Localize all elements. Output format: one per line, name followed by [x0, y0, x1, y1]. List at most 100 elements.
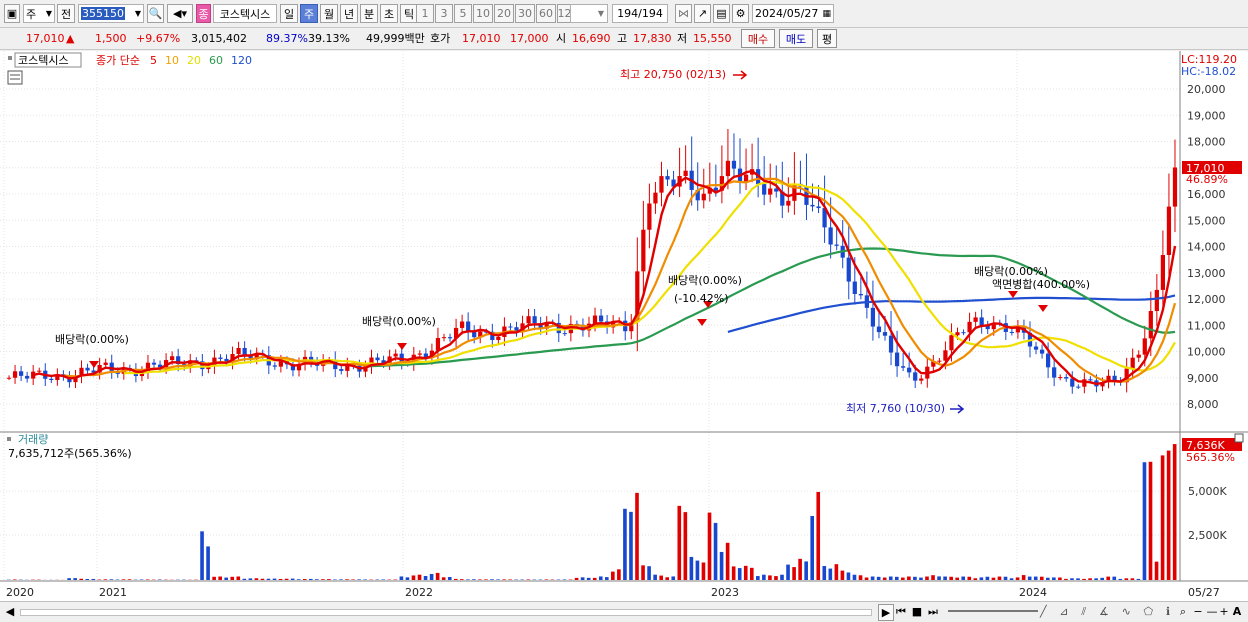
period-tab-5[interactable]: 초	[380, 4, 398, 23]
calculator-icon[interactable]	[8, 71, 22, 84]
font-size-icon[interactable]: A	[1230, 604, 1244, 619]
volume-bar	[611, 572, 615, 580]
wave-tool-icon[interactable]: ∿	[1122, 605, 1131, 618]
volume-bar	[436, 573, 440, 580]
x-tick: 2022	[405, 586, 433, 599]
fib-tool-icon[interactable]: ⊿	[1059, 605, 1068, 618]
sync-icon[interactable]: ⋈	[675, 4, 692, 23]
period-tab-1[interactable]: 주	[300, 4, 318, 23]
zoom-icon[interactable]: ⌕	[1176, 604, 1190, 619]
zoom-slider[interactable]	[948, 610, 1038, 612]
stop-icon[interactable]: ■	[910, 604, 924, 619]
count-tab-3[interactable]: 10	[473, 4, 493, 23]
legend-ma-60: 60	[209, 54, 223, 67]
dividend-marker-icon	[397, 343, 407, 350]
scroll-bar[interactable]: ◀ ▶ ⏮ ■ ⏭ ╱ ⊿ ⫽ ∡ ∿ ⬠ ℹ ⌕ − — + A	[0, 601, 1248, 622]
search-icon[interactable]: 🔍	[147, 4, 164, 23]
chart-area[interactable]: 20,00019,00018,00017,00016,00015,00014,0…	[0, 51, 1248, 601]
code-input[interactable]: 355150▼	[78, 4, 144, 23]
stock-chart[interactable]: 20,00019,00018,00017,00016,00015,00014,0…	[0, 51, 1248, 601]
volume-bar	[261, 579, 265, 580]
price-tick: 15,000	[1187, 214, 1226, 227]
volume-bar	[224, 578, 228, 580]
volume-bar	[273, 579, 277, 580]
volume-bar	[13, 579, 17, 580]
volume-bar	[309, 579, 313, 580]
volume-bar	[1052, 577, 1056, 580]
rewind-icon[interactable]: ⏮	[894, 604, 908, 619]
candle-body	[786, 201, 790, 206]
count-tab-6[interactable]: 60	[536, 4, 556, 23]
volume-close-icon[interactable]	[1235, 434, 1243, 442]
volume-bar	[992, 578, 996, 580]
chevron-down-icon: ▼	[598, 9, 604, 18]
volume-bar	[998, 577, 1002, 580]
sell-button[interactable]: 매도	[779, 29, 813, 48]
save-icon[interactable]: ▤	[713, 4, 730, 23]
period-tab-3[interactable]: 년	[340, 4, 358, 23]
volume-bar	[526, 579, 530, 580]
count-tab-4[interactable]: 20	[494, 4, 514, 23]
price-tick: 8,000	[1187, 398, 1219, 411]
window-menu-icon[interactable]: ▣	[4, 4, 20, 23]
shape-tool-icon[interactable]: ⬠	[1144, 605, 1154, 618]
volume-title: 거래량	[18, 433, 48, 446]
scroll-right-icon[interactable]: ▶	[878, 604, 894, 621]
volume-bar	[853, 575, 857, 580]
candle-body	[877, 327, 881, 333]
volume-bar	[714, 523, 718, 580]
period-select[interactable]: 주▼	[23, 4, 55, 23]
x-tick: 2020	[6, 586, 34, 599]
draw-icon[interactable]: ↗	[694, 4, 711, 23]
volume-bar	[810, 516, 814, 580]
line-tool-icon[interactable]: ╱	[1040, 605, 1047, 618]
change-arrow-icon: ▲	[66, 31, 74, 47]
count-tab-5[interactable]: 30	[515, 4, 535, 23]
price-tick: 9,000	[1187, 372, 1219, 385]
avg-button[interactable]: 평	[817, 29, 837, 48]
speaker-icon[interactable]: ◀▾	[167, 4, 193, 23]
count-dropdown[interactable]: ▼	[570, 4, 608, 23]
channel-tool-icon[interactable]: ⫽	[1081, 605, 1086, 619]
volume-handle[interactable]	[7, 437, 11, 441]
candle-body	[1167, 207, 1171, 255]
period-tab-0[interactable]: 일	[280, 4, 298, 23]
legend-handle[interactable]	[8, 56, 12, 60]
volume-bar	[128, 579, 132, 580]
period-tab-4[interactable]: 분	[360, 4, 378, 23]
text-tool-icon[interactable]: ℹ	[1166, 605, 1170, 618]
turnover-ratio: 39.13%	[308, 31, 350, 47]
low-annotation: 최저 7,760 (10/30)	[846, 402, 945, 415]
candle-body	[913, 372, 917, 380]
count-tab-1[interactable]: 3	[435, 4, 453, 23]
volume-bar	[339, 579, 343, 580]
bar-count[interactable]: 194/194	[612, 4, 668, 23]
candle-body	[1010, 332, 1014, 333]
count-tab-0[interactable]: 1	[416, 4, 434, 23]
plus-icon[interactable]: +	[1218, 604, 1230, 619]
period-tab-2[interactable]: 월	[320, 4, 338, 23]
volume-bar	[1004, 577, 1008, 580]
volume-bar	[490, 579, 494, 580]
candle-body	[647, 203, 651, 229]
buy-button[interactable]: 매수	[741, 29, 775, 48]
candle-body	[937, 361, 941, 362]
angle-tool-icon[interactable]: ∡	[1099, 605, 1109, 618]
date-field[interactable]: 2024/05/27▦	[752, 4, 834, 23]
volume-info: 7,635,712주(565.36%)	[8, 447, 132, 460]
gear-icon[interactable]: ⚙	[732, 4, 749, 23]
dash-icon[interactable]: —	[1206, 604, 1218, 619]
x-tick: 2021	[99, 586, 127, 599]
minus-icon[interactable]: −	[1192, 604, 1204, 619]
volume-bar	[1155, 562, 1159, 580]
forward-icon[interactable]: ⏭	[926, 604, 940, 619]
volume-bar	[73, 578, 77, 580]
count-tab-2[interactable]: 5	[454, 4, 472, 23]
volume-ratio: 89.37%	[266, 31, 308, 47]
drawing-tools[interactable]: ╱ ⊿ ⫽ ∡ ∿ ⬠ ℹ	[1040, 604, 1170, 619]
volume-bar	[696, 561, 700, 580]
volume-bar	[1137, 579, 1141, 580]
scroll-left-icon[interactable]: ◀	[4, 604, 16, 619]
prev-button[interactable]: 전	[57, 4, 75, 23]
scroll-track[interactable]	[20, 609, 872, 616]
